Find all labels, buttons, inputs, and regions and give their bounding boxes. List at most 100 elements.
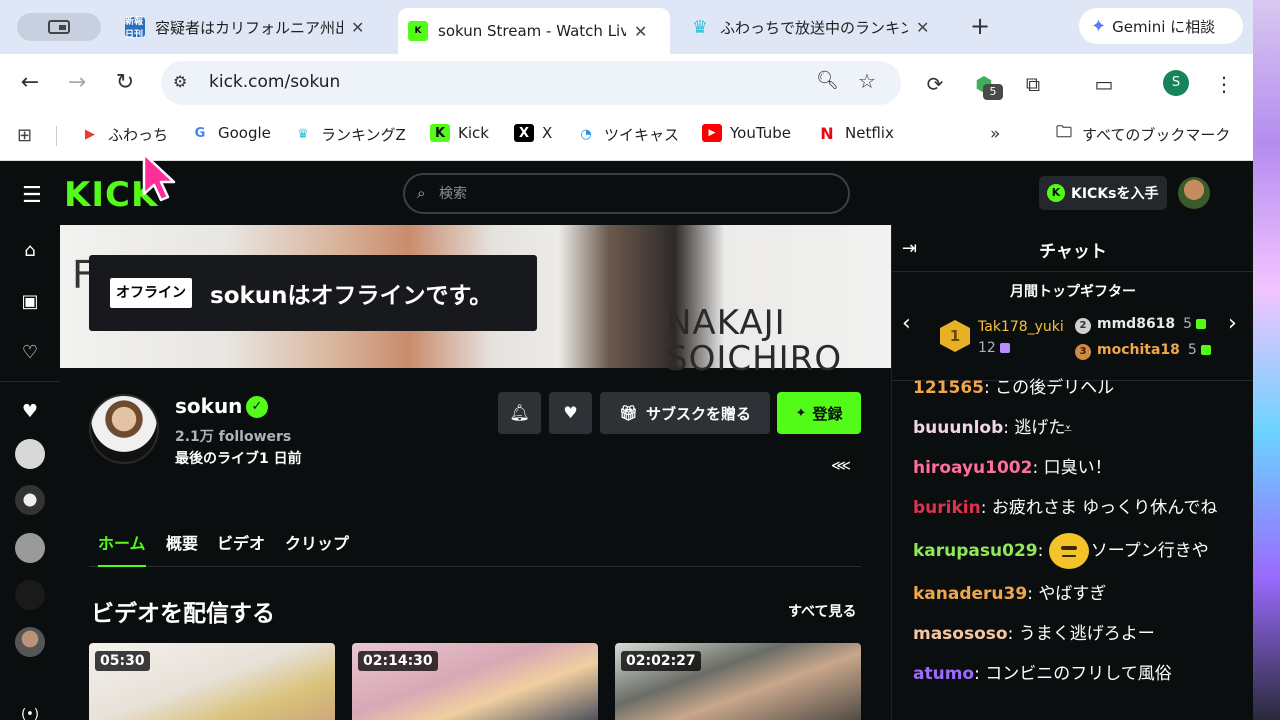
- follower-count: 2.1万 followers: [175, 429, 292, 445]
- tab-title: ふわっちで放送中のランキング: [720, 18, 908, 37]
- chat-username[interactable]: karupasu029: [913, 541, 1038, 561]
- zoom-icon[interactable]: 🔍︎: [816, 70, 839, 91]
- bookmark-twitcasting[interactable]: ◔ ツイキャス: [576, 124, 679, 145]
- site-info-icon[interactable]: ⚙: [173, 72, 187, 91]
- chat-message: karupasu029: ソープン行きや: [913, 533, 1243, 569]
- gift-count: 5: [1187, 342, 1197, 358]
- kicks-coin-icon: K: [1047, 184, 1065, 202]
- tab-clips[interactable]: クリップ: [285, 530, 349, 567]
- home-icon[interactable]: ⌂: [18, 239, 42, 263]
- video-duration: 02:02:27: [621, 651, 701, 671]
- new-tab-button[interactable]: +: [966, 12, 994, 40]
- notification-bell-button[interactable]: 🔔︎: [498, 392, 541, 434]
- hamburger-menu-icon[interactable]: ☰: [22, 183, 42, 208]
- bookmark-youtube[interactable]: ▶ YouTube: [702, 124, 791, 142]
- followed-channel-avatar[interactable]: [15, 439, 45, 469]
- video-thumbnail[interactable]: 05:30: [89, 643, 335, 720]
- media-cast-icon[interactable]: ▭: [1090, 70, 1118, 98]
- tab-sokun-stream[interactable]: K sokun Stream - Watch Live ✕: [398, 8, 670, 54]
- tab-videos[interactable]: ビデオ: [217, 530, 265, 567]
- mouse-cursor-icon: [142, 152, 176, 202]
- tab-news[interactable]: 新報日刊 容疑者はカリフォルニア州出 ✕: [115, 8, 374, 46]
- followed-channel-avatar[interactable]: [15, 533, 45, 563]
- bookmark-label: Kick: [458, 124, 489, 142]
- sparkle-icon: ✦: [795, 405, 807, 421]
- google-icon: G: [194, 125, 206, 141]
- profile-avatar[interactable]: S: [1163, 70, 1189, 96]
- close-icon[interactable]: ✕: [634, 22, 647, 41]
- bookmark-google[interactable]: G Google: [190, 124, 271, 142]
- bell-icon: 🔔︎: [509, 403, 530, 422]
- gemini-button[interactable]: ✦ Gemini に相談: [1079, 8, 1243, 44]
- bookmark-label: Netflix: [845, 124, 894, 142]
- chevron-right-icon[interactable]: ›: [1228, 311, 1237, 336]
- sync-extension-icon[interactable]: ⟳: [921, 70, 949, 98]
- gifter-entry[interactable]: mmd8618 5: [1097, 316, 1207, 332]
- search-icon: ⌕: [417, 184, 426, 202]
- bookmark-x[interactable]: X X: [514, 124, 552, 142]
- all-bookmarks[interactable]: 🗀 すべてのブックマーク: [1054, 122, 1230, 145]
- heart-icon: ♥: [563, 403, 578, 422]
- share-icon[interactable]: ⋘: [831, 458, 851, 474]
- subscribe-button[interactable]: ✦ 登録: [777, 392, 861, 434]
- follow-heart-button[interactable]: ♥: [549, 392, 592, 434]
- reload-icon[interactable]: ↻: [110, 68, 140, 98]
- chat-username[interactable]: kanaderu39: [913, 584, 1027, 604]
- chat-username[interactable]: burikin: [913, 498, 981, 518]
- chat-username[interactable]: hiroayu1002: [913, 458, 1032, 478]
- followed-channel-avatar[interactable]: [15, 580, 45, 610]
- followed-channel-avatar[interactable]: [15, 627, 45, 657]
- chat-username[interactable]: atumo: [913, 664, 974, 684]
- chat-username[interactable]: 121565: [913, 378, 984, 398]
- close-icon[interactable]: ✕: [916, 18, 929, 37]
- last-live-text: 最後のライブ1 日前: [175, 451, 302, 467]
- video-thumbnail[interactable]: 02:14:30: [352, 643, 598, 720]
- browse-icon[interactable]: ▣: [18, 290, 42, 314]
- tab-fuwacchi-ranking[interactable]: ♛ ふわっちで放送中のランキング ✕: [680, 8, 939, 46]
- channel-name[interactable]: sokun: [175, 394, 242, 418]
- more-bookmarks-icon[interactable]: »: [990, 124, 1000, 144]
- chevron-left-icon[interactable]: ‹: [902, 311, 911, 336]
- apps-grid-icon[interactable]: ⊞: [17, 125, 32, 146]
- gift-sub-button[interactable]: 🎁︎ サブスクを贈る: [600, 392, 770, 434]
- bookmark-fuwacchi[interactable]: ▶ ふわっち: [80, 124, 168, 145]
- followed-channel-avatar[interactable]: [15, 485, 45, 515]
- kick-icon: K: [430, 124, 450, 142]
- bookmark-rankingz[interactable]: ♛ ランキングZ: [293, 124, 406, 145]
- see-all-link[interactable]: すべて見る: [788, 601, 856, 621]
- rank-badge: 1: [940, 320, 970, 352]
- tab-home[interactable]: ホーム: [98, 530, 146, 567]
- gift-count: 12: [978, 340, 996, 356]
- divider: [0, 381, 60, 382]
- crown-icon: ♛: [691, 16, 709, 38]
- chat-message: masososo: うまく逃げろよー: [913, 624, 1155, 644]
- live-broadcast-icon[interactable]: (•): [18, 703, 42, 720]
- url-text[interactable]: kick.com/sokun: [209, 72, 340, 92]
- following-heart-icon[interactable]: ♡: [18, 341, 42, 365]
- search-input[interactable]: [439, 183, 819, 205]
- channel-avatar[interactable]: [89, 394, 159, 464]
- extensions-puzzle-icon[interactable]: ⧉: [1019, 70, 1047, 98]
- bookmarks-bar: ⊞ ▶ ふわっち G Google ♛ ランキングZ K Kick X X ◔ …: [0, 112, 1253, 161]
- address-bar[interactable]: ⚙ kick.com/sokun 🔍︎ ☆: [161, 61, 901, 105]
- chat-text: コンビニのフリして風俗: [985, 664, 1172, 684]
- get-kicks-button[interactable]: K KICKsを入手: [1039, 176, 1167, 210]
- chat-message: buuunlob: 逃げた: [913, 418, 1066, 438]
- user-avatar[interactable]: [1178, 177, 1210, 209]
- chat-username[interactable]: buuunlob: [913, 418, 1003, 438]
- forward-icon[interactable]: →: [62, 68, 92, 98]
- bookmark-star-icon[interactable]: ☆: [858, 69, 876, 93]
- bookmark-netflix[interactable]: N Netflix: [817, 124, 894, 143]
- tab-search-button[interactable]: [17, 13, 101, 41]
- gifter-name[interactable]: Tak178_yuki: [978, 319, 1064, 335]
- search-box[interactable]: ⌕: [403, 173, 850, 214]
- close-icon[interactable]: ✕: [351, 18, 364, 37]
- menu-kebab-icon[interactable]: ⋮: [1210, 70, 1238, 98]
- back-icon[interactable]: ←: [15, 68, 45, 98]
- crown-icon: ♛: [297, 127, 309, 142]
- video-thumbnail[interactable]: 02:02:27: [615, 643, 861, 720]
- chat-username[interactable]: masososo: [913, 624, 1008, 644]
- bookmark-kick[interactable]: K Kick: [430, 124, 489, 142]
- gifter-entry[interactable]: mochita18 5: [1097, 342, 1211, 358]
- tab-about[interactable]: 概要: [166, 530, 198, 567]
